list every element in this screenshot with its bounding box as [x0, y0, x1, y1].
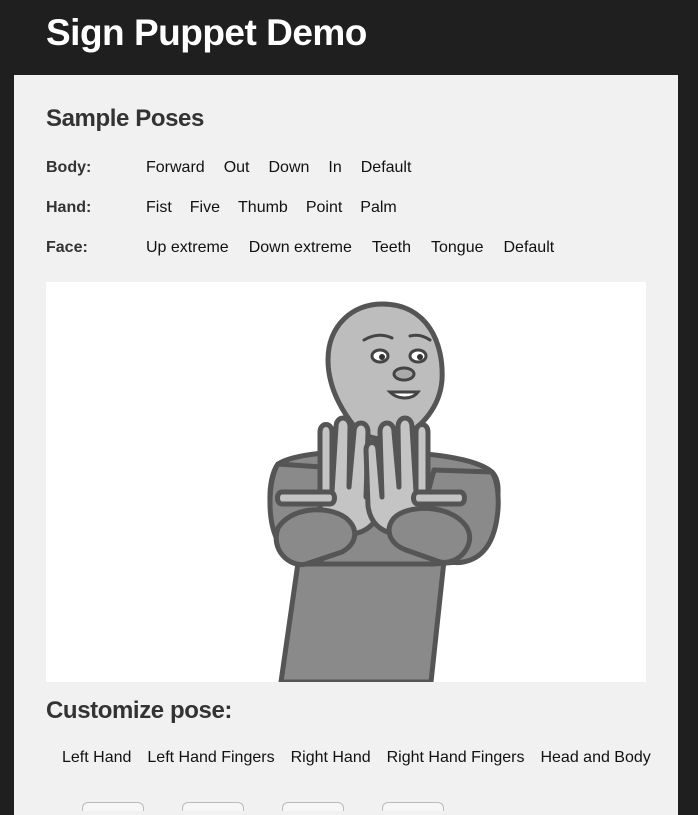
control-stub[interactable] [182, 802, 244, 811]
puppet-left-thumb [275, 489, 337, 507]
hand-point-link[interactable]: Point [306, 199, 342, 217]
tab-head-and-body[interactable]: Head and Body [540, 746, 650, 770]
puppet-stage [46, 282, 646, 682]
customize-pose-heading: Customize pose: [46, 697, 233, 724]
puppet-nose [392, 366, 416, 382]
sign-puppet [267, 301, 501, 682]
hand-five-link[interactable]: Five [190, 199, 220, 217]
face-down-extreme-link[interactable]: Down extreme [249, 239, 352, 257]
tab-left-hand[interactable]: Left Hand [62, 746, 131, 770]
control-stub[interactable] [82, 802, 144, 811]
control-stub[interactable] [282, 802, 344, 811]
body-in-link[interactable]: In [328, 159, 341, 177]
tab-right-hand[interactable]: Right Hand [291, 746, 371, 770]
body-out-link[interactable]: Out [224, 159, 250, 177]
face-up-extreme-link[interactable]: Up extreme [146, 239, 229, 257]
face-label: Face: [46, 239, 88, 256]
hand-palm-link[interactable]: Palm [360, 199, 396, 217]
face-default-link[interactable]: Default [504, 239, 555, 257]
body-label: Body: [46, 159, 92, 176]
puppet-right-thumb [411, 489, 467, 507]
page-title: Sign Puppet Demo [46, 12, 367, 53]
hand-label: Hand: [46, 199, 92, 216]
body-default-link[interactable]: Default [361, 159, 412, 177]
body-down-link[interactable]: Down [268, 159, 309, 177]
face-tongue-link[interactable]: Tongue [431, 239, 484, 257]
tab-right-hand-fingers[interactable]: Right Hand Fingers [387, 746, 525, 770]
main-panel: Sample Poses Body: Forward Out Down In Defau… [14, 75, 678, 815]
customize-tabs: Left Hand Left Hand Fingers Right Hand Righ… [54, 746, 654, 770]
body-forward-link[interactable]: Forward [146, 159, 205, 177]
hand-fist-link[interactable]: Fist [146, 199, 172, 217]
tab-left-hand-fingers[interactable]: Left Hand Fingers [147, 746, 274, 770]
hand-thumb-link[interactable]: Thumb [238, 199, 288, 217]
control-stub[interactable] [382, 802, 444, 811]
face-teeth-link[interactable]: Teeth [372, 239, 411, 257]
sample-poses-heading: Sample Poses [46, 105, 204, 132]
